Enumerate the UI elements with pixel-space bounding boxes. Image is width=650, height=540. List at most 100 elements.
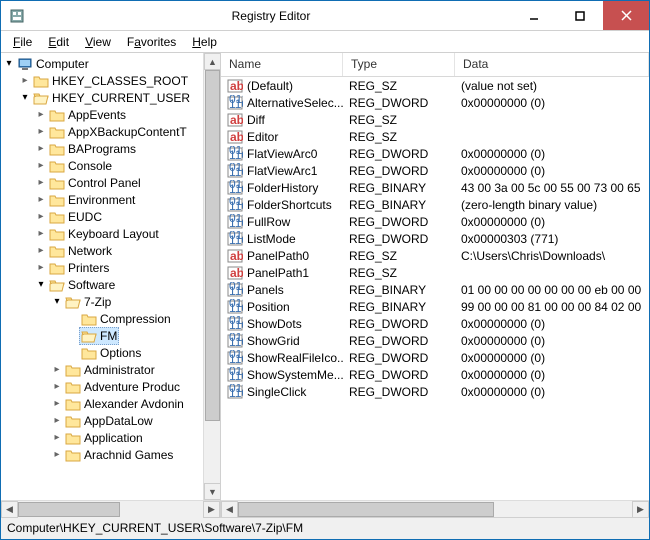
tree-item[interactable]: ▸Alexander Avdonin bbox=[3, 395, 203, 412]
tree-item[interactable]: ▸Arachnid Games bbox=[3, 446, 203, 463]
expand-icon[interactable]: ▸ bbox=[35, 177, 47, 188]
tree-item[interactable]: ▾Software bbox=[3, 276, 203, 293]
tree-vscroll[interactable]: ▲ ▼ bbox=[203, 53, 220, 500]
sz-value-icon bbox=[227, 112, 243, 128]
tree-label: AppEvents bbox=[68, 108, 126, 122]
col-name[interactable]: Name bbox=[221, 53, 343, 76]
value-type: REG_SZ bbox=[343, 130, 455, 144]
tree-item[interactable]: ▾7-Zip bbox=[3, 293, 203, 310]
tree-item[interactable]: ▸AppXBackupContentT bbox=[3, 123, 203, 140]
tree-item[interactable]: ▸ Application bbox=[3, 429, 203, 446]
tree-label: Application bbox=[84, 431, 143, 445]
list-row[interactable]: Position REG_BINARY 99 00 00 00 81 00 00… bbox=[221, 298, 649, 315]
value-data: 0x00000000 (0) bbox=[455, 96, 649, 110]
list-row[interactable]: FullRow REG_DWORD 0x00000000 (0) bbox=[221, 213, 649, 230]
tree-label: Options bbox=[100, 346, 141, 360]
tree-item[interactable]: ▸Console bbox=[3, 157, 203, 174]
expand-icon[interactable]: ▸ bbox=[19, 75, 31, 86]
list-row[interactable]: ShowGrid REG_DWORD 0x00000000 (0) bbox=[221, 332, 649, 349]
tree-item[interactable]: ▸EUDC bbox=[3, 208, 203, 225]
expand-icon[interactable]: ▸ bbox=[51, 381, 63, 392]
tree-item[interactable]: ▸Control Panel bbox=[3, 174, 203, 191]
list-row[interactable]: FolderHistory REG_BINARY 43 00 3a 00 5c … bbox=[221, 179, 649, 196]
tree-item[interactable]: ▸ AppEvents bbox=[3, 106, 203, 123]
menu-edit[interactable]: Edit bbox=[40, 33, 77, 51]
expand-icon[interactable]: ▾ bbox=[3, 58, 15, 69]
expand-icon[interactable]: ▸ bbox=[35, 262, 47, 273]
expand-icon[interactable]: ▸ bbox=[35, 126, 47, 137]
list-row[interactable]: ListMode REG_DWORD 0x00000303 (771) bbox=[221, 230, 649, 247]
list-hscroll[interactable]: ◀ ▶ bbox=[221, 500, 649, 517]
close-button[interactable] bbox=[603, 1, 649, 30]
list-row[interactable]: FlatViewArc1 REG_DWORD 0x00000000 (0) bbox=[221, 162, 649, 179]
tree-item[interactable]: ▸BAPrograms bbox=[3, 140, 203, 157]
menu-favorites[interactable]: Favorites bbox=[119, 33, 184, 51]
menu-view[interactable]: View bbox=[77, 33, 119, 51]
value-type: REG_BINARY bbox=[343, 198, 455, 212]
list-row[interactable]: Diff REG_SZ bbox=[221, 111, 649, 128]
tree-hscroll[interactable]: ◀ ▶ bbox=[1, 500, 220, 517]
list-row[interactable]: ShowDots REG_DWORD 0x00000000 (0) bbox=[221, 315, 649, 332]
bin-value-icon bbox=[227, 350, 243, 366]
expand-icon[interactable]: ▾ bbox=[19, 92, 31, 103]
tree-label: Compression bbox=[100, 312, 171, 326]
tree-item[interactable]: Compression bbox=[3, 310, 203, 327]
menu-help[interactable]: Help bbox=[184, 33, 225, 51]
value-data: 01 00 00 00 00 00 00 00 eb 00 00 bbox=[455, 283, 649, 297]
value-type: REG_DWORD bbox=[343, 147, 455, 161]
list-row[interactable]: FolderShortcuts REG_BINARY (zero-length … bbox=[221, 196, 649, 213]
col-type[interactable]: Type bbox=[343, 53, 455, 76]
value-name: Diff bbox=[247, 113, 265, 127]
tree-item[interactable]: ▾Computer bbox=[3, 55, 203, 72]
value-name: ShowRealFileIco... bbox=[247, 351, 343, 365]
titlebar[interactable]: Registry Editor bbox=[1, 1, 649, 31]
col-data[interactable]: Data bbox=[455, 53, 649, 76]
expand-icon[interactable]: ▸ bbox=[35, 160, 47, 171]
expand-icon[interactable]: ▸ bbox=[35, 109, 47, 120]
value-type: REG_DWORD bbox=[343, 164, 455, 178]
list-row[interactable]: FlatViewArc0 REG_DWORD 0x00000000 (0) bbox=[221, 145, 649, 162]
expand-icon[interactable]: ▸ bbox=[51, 415, 63, 426]
tree-item[interactable]: FM bbox=[3, 327, 203, 344]
menu-file[interactable]: File bbox=[5, 33, 40, 51]
tree-item[interactable]: ▸Network bbox=[3, 242, 203, 259]
list-row[interactable]: PanelPath1 REG_SZ bbox=[221, 264, 649, 281]
list-row[interactable]: AlternativeSelec... REG_DWORD 0x00000000… bbox=[221, 94, 649, 111]
expand-icon[interactable]: ▸ bbox=[51, 449, 63, 460]
value-data: (value not set) bbox=[455, 79, 649, 93]
expand-icon[interactable]: ▸ bbox=[35, 211, 47, 222]
expand-icon[interactable]: ▸ bbox=[51, 364, 63, 375]
tree-item[interactable]: ▸Environment bbox=[3, 191, 203, 208]
menubar: File Edit View Favorites Help bbox=[1, 31, 649, 53]
expand-icon[interactable]: ▸ bbox=[35, 245, 47, 256]
tree-item[interactable]: ▸HKEY_CLASSES_ROOT bbox=[3, 72, 203, 89]
list-row[interactable]: Panels REG_BINARY 01 00 00 00 00 00 00 0… bbox=[221, 281, 649, 298]
expand-icon[interactable]: ▸ bbox=[51, 432, 63, 443]
list-row[interactable]: SingleClick REG_DWORD 0x00000000 (0) bbox=[221, 383, 649, 400]
list-row[interactable]: ShowRealFileIco... REG_DWORD 0x00000000 … bbox=[221, 349, 649, 366]
expand-icon[interactable]: ▾ bbox=[51, 296, 63, 307]
tree-item[interactable]: ▾HKEY_CURRENT_USER bbox=[3, 89, 203, 106]
tree-item[interactable]: ▸Printers bbox=[3, 259, 203, 276]
expand-icon[interactable]: ▸ bbox=[51, 398, 63, 409]
list-row[interactable]: ShowSystemMe... REG_DWORD 0x00000000 (0) bbox=[221, 366, 649, 383]
value-data: 0x00000000 (0) bbox=[455, 385, 649, 399]
tree-item[interactable]: ▸Administrator bbox=[3, 361, 203, 378]
app-icon bbox=[9, 8, 25, 24]
tree-item[interactable]: ▸Adventure Produc bbox=[3, 378, 203, 395]
list-row[interactable]: Editor REG_SZ bbox=[221, 128, 649, 145]
list-row[interactable]: (Default) REG_SZ (value not set) bbox=[221, 77, 649, 94]
value-name: AlternativeSelec... bbox=[247, 96, 343, 110]
maximize-button[interactable] bbox=[557, 1, 603, 30]
value-type: REG_SZ bbox=[343, 79, 455, 93]
expand-icon[interactable]: ▸ bbox=[35, 194, 47, 205]
expand-icon[interactable]: ▾ bbox=[35, 279, 47, 290]
minimize-button[interactable] bbox=[511, 1, 557, 30]
expand-icon[interactable]: ▸ bbox=[35, 228, 47, 239]
tree-item[interactable]: ▸AppDataLow bbox=[3, 412, 203, 429]
bin-value-icon bbox=[227, 180, 243, 196]
list-row[interactable]: PanelPath0 REG_SZ C:\Users\Chris\Downloa… bbox=[221, 247, 649, 264]
expand-icon[interactable]: ▸ bbox=[35, 143, 47, 154]
tree-item[interactable]: ▸Keyboard Layout bbox=[3, 225, 203, 242]
tree-item[interactable]: Options bbox=[3, 344, 203, 361]
